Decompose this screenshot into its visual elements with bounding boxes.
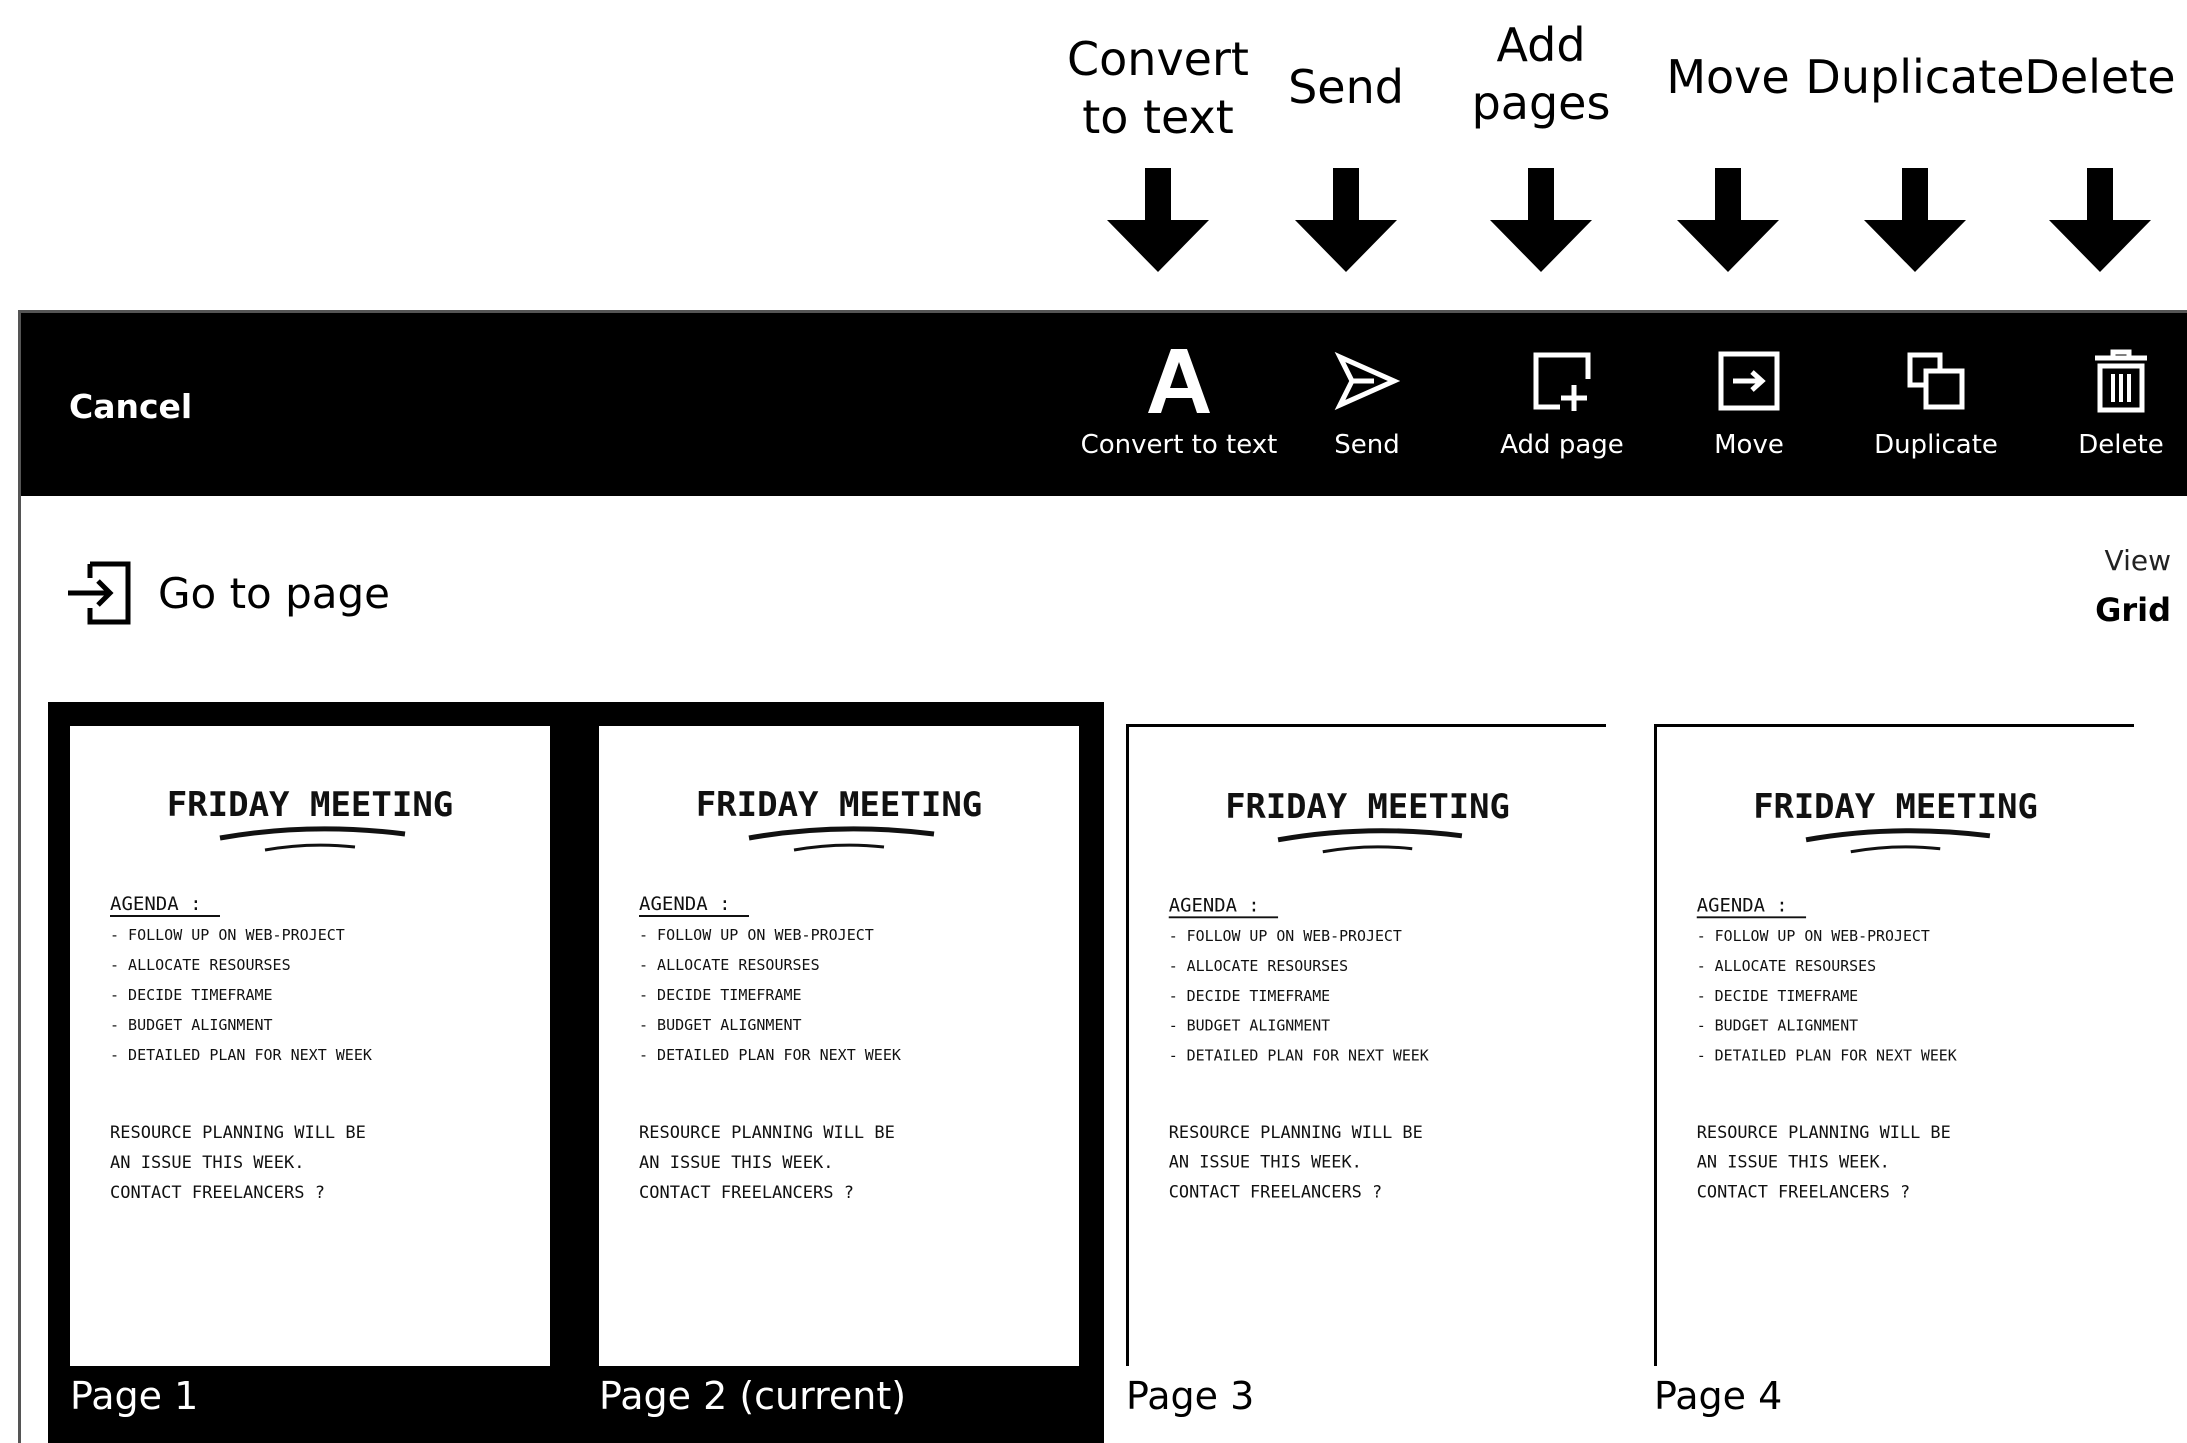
title-underline — [748, 826, 935, 841]
agenda-item: - BUDGET ALIGNMENT — [110, 1016, 273, 1034]
note-body-line: RESOURCE PLANNING WILL BE — [1169, 1122, 1423, 1142]
note-body-line: AN ISSUE THIS WEEK. — [639, 1153, 833, 1173]
callout-label: Convert to text — [1067, 32, 1249, 144]
title-underline — [219, 826, 406, 841]
agenda-item: - DECIDE TIMEFRAME — [1169, 987, 1330, 1005]
down-arrow-icon — [2049, 168, 2151, 272]
goto-page-icon — [68, 561, 131, 625]
agenda-item: - DECIDE TIMEFRAME — [110, 986, 273, 1004]
agenda-item: - FOLLOW UP ON WEB-PROJECT — [1697, 927, 1930, 945]
title-underline — [793, 843, 885, 852]
note-title: FRIDAY MEETING — [1225, 787, 1510, 826]
page-preview: FRIDAY MEETING AGENDA : - FOLLOW UP ON WEB… — [1126, 724, 1606, 1366]
down-arrow-icon — [1677, 168, 1779, 272]
callout-label: Send — [1288, 60, 1404, 114]
note-body-line: RESOURCE PLANNING WILL BE — [1697, 1122, 1951, 1142]
down-arrow-icon — [1490, 168, 1592, 272]
note-title: FRIDAY MEETING — [1753, 787, 2038, 826]
tool-label: Convert to text — [1080, 430, 1278, 460]
note-body-line: CONTACT FREELANCERS ? — [1169, 1182, 1382, 1202]
note-body-line: AN ISSUE THIS WEEK. — [1697, 1152, 1890, 1172]
page-preview: FRIDAY MEETING AGENDA : - FOLLOW UP ON WEB… — [599, 726, 1079, 1366]
page-thumbnail-2[interactable]: FRIDAY MEETING AGENDA : - FOLLOW UP ON WEB… — [577, 702, 1107, 1443]
cancel-button[interactable]: Cancel — [69, 387, 192, 426]
view-label: View — [2104, 544, 2171, 577]
agenda-item: - DETAILED PLAN FOR NEXT WEEK — [639, 1046, 901, 1064]
page-thumbnail-3[interactable]: FRIDAY MEETING AGENDA : - FOLLOW UP ON WEB… — [1126, 702, 1656, 1443]
agenda-item: - BUDGET ALIGNMENT — [639, 1016, 802, 1034]
down-arrow-icon — [1864, 168, 1966, 272]
title-underline — [1322, 845, 1413, 854]
agenda-item: - FOLLOW UP ON WEB-PROJECT — [1169, 927, 1402, 945]
agenda-item: - FOLLOW UP ON WEB-PROJECT — [639, 926, 874, 944]
agenda-item: - DETAILED PLAN FOR NEXT WEEK — [110, 1046, 372, 1064]
tool-label: Send — [1334, 430, 1400, 460]
agenda-heading: AGENDA : — [110, 893, 202, 915]
agenda-item: - DETAILED PLAN FOR NEXT WEEK — [1697, 1046, 1957, 1064]
agenda-item: - DETAILED PLAN FOR NEXT WEEK — [1169, 1046, 1429, 1064]
agenda-item: - DECIDE TIMEFRAME — [639, 986, 802, 1004]
page-label: Page 4 — [1654, 1374, 1783, 1418]
convert-to-text-button[interactable]: Convert to text — [1069, 313, 1289, 496]
agenda-item: - BUDGET ALIGNMENT — [1697, 1017, 1858, 1035]
agenda-item: - ALLOCATE RESOURSES — [639, 956, 820, 974]
handwritten-note: FRIDAY MEETING AGENDA : - FOLLOW UP ON WEB… — [110, 785, 454, 1203]
handwritten-note: FRIDAY MEETING AGENDA : - FOLLOW UP ON WEB… — [1168, 787, 1510, 1202]
note-body-line: AN ISSUE THIS WEEK. — [110, 1153, 304, 1173]
agenda-item: - DECIDE TIMEFRAME — [1697, 987, 1858, 1005]
text-a-icon — [1069, 341, 1289, 421]
title-underline — [1850, 845, 1941, 854]
note-body-line: CONTACT FREELANCERS ? — [639, 1183, 854, 1203]
page-label: Page 3 — [1126, 1374, 1255, 1418]
note-title: FRIDAY MEETING — [167, 785, 454, 825]
agenda-heading: AGENDA : — [639, 893, 731, 915]
view-value: Grid — [2095, 591, 2171, 629]
toolbar: Cancel Convert to text Send Add page Mov… — [21, 313, 2187, 496]
handwritten-note: FRIDAY MEETING AGENDA : - FOLLOW UP ON WEB… — [639, 785, 983, 1203]
agenda-item: - ALLOCATE RESOURSES — [110, 956, 291, 974]
note-body-line: CONTACT FREELANCERS ? — [110, 1183, 325, 1203]
page-preview: FRIDAY MEETING AGENDA : - FOLLOW UP ON WEB… — [1654, 724, 2134, 1366]
note-body-line: CONTACT FREELANCERS ? — [1697, 1182, 1910, 1202]
title-underline — [264, 843, 356, 852]
go-to-page-button[interactable]: Go to page — [66, 560, 390, 626]
page-label: Page 1 — [70, 1374, 199, 1418]
tool-label: Delete — [2078, 430, 2164, 460]
delete-button[interactable]: Delete — [2011, 313, 2187, 496]
note-body-line: AN ISSUE THIS WEEK. — [1169, 1152, 1362, 1172]
agenda-item: - FOLLOW UP ON WEB-PROJECT — [110, 926, 345, 944]
go-to-page-label: Go to page — [158, 568, 391, 618]
note-title: FRIDAY MEETING — [696, 785, 983, 825]
down-arrow-icon — [1295, 168, 1397, 272]
agenda-item: - ALLOCATE RESOURSES — [1697, 957, 1876, 975]
view-selector[interactable]: View Grid — [2095, 544, 2171, 629]
title-underline — [1277, 828, 1463, 843]
agenda-item: - BUDGET ALIGNMENT — [1169, 1017, 1330, 1035]
send-icon — [1257, 341, 1477, 421]
agenda-heading: AGENDA : — [1169, 894, 1260, 916]
page-thumbnail-4[interactable]: FRIDAY MEETING AGENDA : - FOLLOW UP ON WEB… — [1654, 702, 2184, 1443]
agenda-heading: AGENDA : — [1697, 894, 1788, 916]
page-thumbnail-1[interactable]: FRIDAY MEETING AGENDA : - FOLLOW UP ON WEB… — [48, 702, 578, 1443]
down-arrow-icon — [1107, 168, 1209, 272]
page-preview: FRIDAY MEETING AGENDA : - FOLLOW UP ON WEB… — [70, 726, 550, 1366]
send-button[interactable]: Send — [1257, 313, 1477, 496]
trash-icon — [2011, 341, 2187, 421]
agenda-item: - ALLOCATE RESOURSES — [1169, 957, 1348, 975]
title-underline — [1805, 828, 1991, 843]
page-label: Page 2 (current) — [599, 1374, 907, 1418]
note-body-line: RESOURCE PLANNING WILL BE — [639, 1123, 895, 1143]
handwritten-note: FRIDAY MEETING AGENDA : - FOLLOW UP ON WEB… — [1696, 787, 2038, 1202]
callout-label: Delete — [2024, 50, 2176, 104]
note-body-line: RESOURCE PLANNING WILL BE — [110, 1123, 366, 1143]
